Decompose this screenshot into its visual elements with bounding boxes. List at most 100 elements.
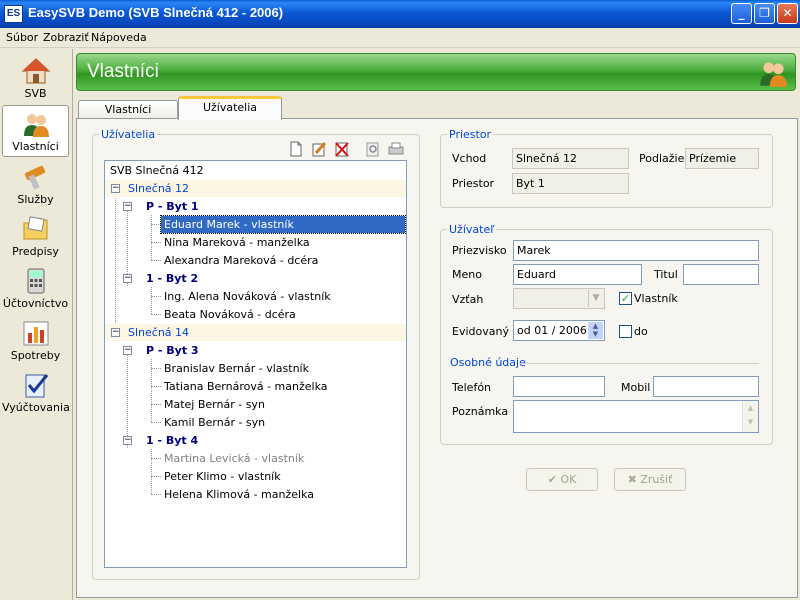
priestor-label: Priestor bbox=[452, 177, 495, 190]
collapse-icon[interactable]: − bbox=[111, 328, 120, 337]
tree-node-group[interactable]: − Slnečná 12 bbox=[105, 180, 406, 197]
menu-napoveda[interactable]: Nápoveda bbox=[91, 31, 147, 44]
owners-icon bbox=[760, 62, 787, 87]
sidebar-item-label: Vyúčtovania bbox=[2, 401, 70, 414]
collapse-icon[interactable]: − bbox=[111, 184, 120, 193]
sidebar-item-vlastnici[interactable]: Vlastníci bbox=[2, 105, 69, 157]
tree-node-unit[interactable]: −1 - Byt 4 bbox=[105, 432, 406, 449]
edit-icon[interactable] bbox=[310, 140, 328, 158]
meno-field[interactable]: Eduard bbox=[513, 264, 642, 285]
tree-node-person[interactable]: Kamil Bernár - syn bbox=[105, 414, 406, 431]
tree-node-person[interactable]: Branislav Bernár - vlastník bbox=[105, 360, 406, 377]
ok-button[interactable]: ✔ OK bbox=[526, 468, 598, 491]
priestor-legend: Priestor bbox=[449, 128, 492, 141]
spinner-icon[interactable]: ▲ ▼ bbox=[588, 322, 603, 339]
sidebar-item-label: SVB bbox=[24, 87, 47, 100]
header-banner: Vlastníci bbox=[76, 53, 796, 91]
owners-icon bbox=[23, 114, 49, 137]
sidebar-item-label: Vlastníci bbox=[12, 140, 59, 153]
tree-node-person[interactable]: Matej Bernár - syn bbox=[105, 396, 406, 413]
sidebar-item-label: Spotreby bbox=[10, 349, 61, 362]
vchod-field[interactable]: Slnečná 12 bbox=[512, 148, 629, 169]
tree-node-group[interactable]: − Slnečná 14 bbox=[105, 324, 406, 341]
do-label: do bbox=[634, 325, 648, 338]
tree-node-unit[interactable]: − P - Byt 1 bbox=[105, 198, 406, 215]
app-icon: ES bbox=[4, 5, 23, 23]
titul-label: Titul bbox=[654, 268, 678, 281]
sidebar-item-svb[interactable]: SVB bbox=[2, 53, 69, 105]
mobil-label: Mobil bbox=[621, 381, 651, 394]
print-icon[interactable] bbox=[387, 140, 405, 158]
folder-icon bbox=[23, 216, 47, 240]
users-tree[interactable]: SVB Slnečná 412 − Slnečná 12 − P - Byt 1 E… bbox=[104, 160, 407, 568]
telefon-field[interactable] bbox=[513, 376, 605, 397]
tree-node-unit[interactable]: − P - Byt 3 bbox=[105, 342, 406, 359]
sidebar-item-spotreby[interactable]: Spotreby bbox=[2, 315, 69, 367]
tab-uzivatelia[interactable]: Užívatelia bbox=[178, 96, 282, 120]
new-document-icon[interactable] bbox=[287, 140, 305, 158]
tree-node-person[interactable]: Beata Nováková - dcéra bbox=[105, 306, 406, 323]
cancel-button[interactable]: ✖ Zrušiť bbox=[614, 468, 686, 491]
vztah-label: Vzťah bbox=[452, 293, 484, 306]
restore-button[interactable]: ❐ bbox=[754, 3, 775, 24]
collapse-icon[interactable]: − bbox=[123, 202, 132, 211]
house-icon bbox=[20, 58, 51, 84]
collapse-icon[interactable]: − bbox=[123, 436, 132, 445]
priestor-field[interactable]: Byt 1 bbox=[512, 173, 629, 194]
title-bar[interactable]: ES EasySVB Demo (SVB Slnečná 412 - 2006)… bbox=[0, 0, 800, 28]
mobil-field[interactable] bbox=[653, 376, 759, 397]
checklist-icon bbox=[25, 374, 48, 398]
collapse-icon[interactable]: − bbox=[123, 274, 132, 283]
priezvisko-label: Priezvisko bbox=[452, 244, 507, 257]
collapse-icon[interactable]: − bbox=[123, 346, 132, 355]
scrollbar[interactable]: ▲ ▼ bbox=[742, 401, 758, 432]
tab-strip: Vlastníci Užívatelia bbox=[78, 96, 796, 120]
tree-node-person[interactable]: Tatiana Bernárová - manželka bbox=[105, 378, 406, 395]
vlastnik-checkbox[interactable]: ✓ bbox=[619, 292, 632, 305]
sidebar-item-label: Účtovníctvo bbox=[2, 297, 69, 310]
tools-icon bbox=[24, 165, 45, 190]
close-button[interactable]: ✕ bbox=[777, 3, 798, 24]
meno-label: Meno bbox=[452, 268, 482, 281]
sidebar: SVB Vlastníci Služby Predpisy Účtovníctv… bbox=[0, 49, 73, 600]
close-icon: ✖ bbox=[627, 473, 637, 486]
tree-node-unit[interactable]: −1 - Byt 2 bbox=[105, 270, 406, 287]
osobne-udaje-label: Osobné údaje bbox=[450, 356, 526, 369]
check-icon: ✔ bbox=[547, 473, 557, 486]
window-title: EasySVB Demo (SVB Slnečná 412 - 2006) bbox=[28, 5, 284, 20]
priezvisko-field[interactable]: Marek bbox=[513, 240, 759, 261]
calculator-icon bbox=[27, 268, 44, 294]
tree-node-person[interactable]: Ing. Alena Nováková - vlastník bbox=[105, 288, 406, 305]
menu-subor[interactable]: Súbor bbox=[6, 31, 38, 44]
tree-node-person[interactable]: Helena Klimová - manželka bbox=[105, 486, 406, 503]
sidebar-item-sluzby[interactable]: Služby bbox=[2, 159, 69, 211]
menu-bar: Súbor Zobraziť Nápoveda bbox=[0, 28, 800, 48]
telefon-label: Telefón bbox=[452, 381, 492, 394]
uzivatel-legend: Užívateľ bbox=[449, 223, 495, 236]
tree-node-person[interactable]: Martina Levická - vlastník bbox=[105, 450, 406, 467]
vlastnik-label: Vlastník bbox=[634, 292, 678, 305]
sidebar-item-uctovnictvo[interactable]: Účtovníctvo bbox=[2, 263, 69, 315]
sidebar-item-vyuctovania[interactable]: Vyúčtovania bbox=[2, 367, 70, 419]
tree-node-person[interactable]: Eduard Marek - vlastník bbox=[105, 215, 406, 234]
tree-node-person[interactable]: Alexandra Mareková - dcéra bbox=[105, 252, 406, 269]
tree-node-person[interactable]: Nina Mareková - manželka bbox=[105, 234, 406, 251]
tab-vlastnici[interactable]: Vlastníci bbox=[78, 100, 178, 120]
minimize-button[interactable]: _ bbox=[731, 3, 752, 24]
tree-node-root[interactable]: SVB Slnečná 412 bbox=[105, 162, 406, 179]
podlazie-label: Podlažie bbox=[639, 152, 685, 165]
podlazie-field[interactable]: Prízemie bbox=[685, 148, 759, 169]
menu-zobrazit[interactable]: Zobraziť bbox=[43, 31, 89, 44]
sidebar-item-label: Služby bbox=[17, 193, 54, 206]
titul-field[interactable] bbox=[683, 264, 759, 285]
preview-icon[interactable] bbox=[364, 140, 382, 158]
sidebar-item-predpisy[interactable]: Predpisy bbox=[2, 211, 69, 263]
vchod-label: Vchod bbox=[452, 152, 487, 165]
delete-icon[interactable] bbox=[333, 140, 351, 158]
users-legend: Užívatelia bbox=[101, 128, 156, 141]
chevron-down-icon[interactable]: ▼ bbox=[588, 290, 603, 307]
poznamka-field[interactable] bbox=[513, 400, 759, 433]
tree-node-person[interactable]: Peter Klimo - vlastník bbox=[105, 468, 406, 485]
evidovany-label: Evidovaný bbox=[452, 325, 509, 338]
do-checkbox[interactable] bbox=[619, 325, 632, 338]
